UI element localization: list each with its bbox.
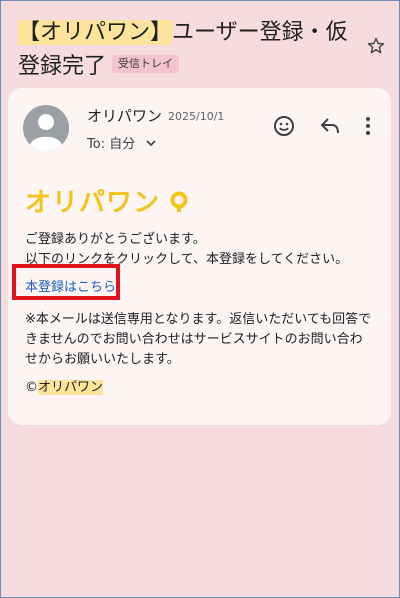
logo-mark-icon bbox=[170, 191, 188, 212]
copyright-symbol: © bbox=[25, 380, 38, 395]
email-subject: 【オリパワン】ユーザー登録・仮 登録完了 受信トレイ bbox=[18, 16, 348, 84]
logo-text: オリパワン bbox=[25, 187, 161, 217]
sender-name[interactable]: オリパワン bbox=[87, 105, 162, 126]
inbox-label[interactable]: 受信トレイ bbox=[112, 55, 180, 73]
emoji-icon[interactable] bbox=[272, 114, 296, 138]
body-line: せからお願いいたします。 bbox=[25, 352, 180, 367]
email-date: 2025/10/1 bbox=[168, 110, 225, 123]
annotation-highlight-box bbox=[12, 264, 120, 300]
chevron-down-icon[interactable] bbox=[145, 138, 157, 148]
body-paragraph-2: ※本メールは送信専用となります。返信いただいても回答で きませんのでお問い合わせ… bbox=[25, 310, 371, 370]
copyright-name: オリパワン bbox=[38, 380, 104, 395]
subject-line1: ユーザー登録・仮 bbox=[172, 20, 348, 45]
body-line: ご登録ありがとうございます。 bbox=[25, 232, 206, 247]
copyright: ©オリパワン bbox=[25, 378, 104, 398]
more-vert-icon[interactable] bbox=[365, 116, 371, 136]
body-line: ※本メールは送信専用となります。返信いただいても回答で bbox=[25, 312, 372, 327]
brand-logo: オリパワン bbox=[25, 182, 188, 219]
subject-highlight: 【オリパワン】 bbox=[18, 20, 173, 45]
body-line: きませんのでお問い合わせはサービスサイトのお問い合わ bbox=[25, 332, 363, 347]
recipient-line[interactable]: To: 自分 bbox=[87, 133, 157, 152]
avatar-icon[interactable] bbox=[23, 105, 69, 151]
star-icon[interactable] bbox=[366, 36, 386, 56]
subject-line2: 登録完了 bbox=[18, 54, 107, 79]
reply-icon[interactable] bbox=[319, 116, 341, 136]
email-card: オリパワン 2025/10/1 To: 自分 オリパワン ご登録ありがとうござい… bbox=[8, 88, 391, 425]
recipient-text: To: 自分 bbox=[87, 137, 136, 152]
